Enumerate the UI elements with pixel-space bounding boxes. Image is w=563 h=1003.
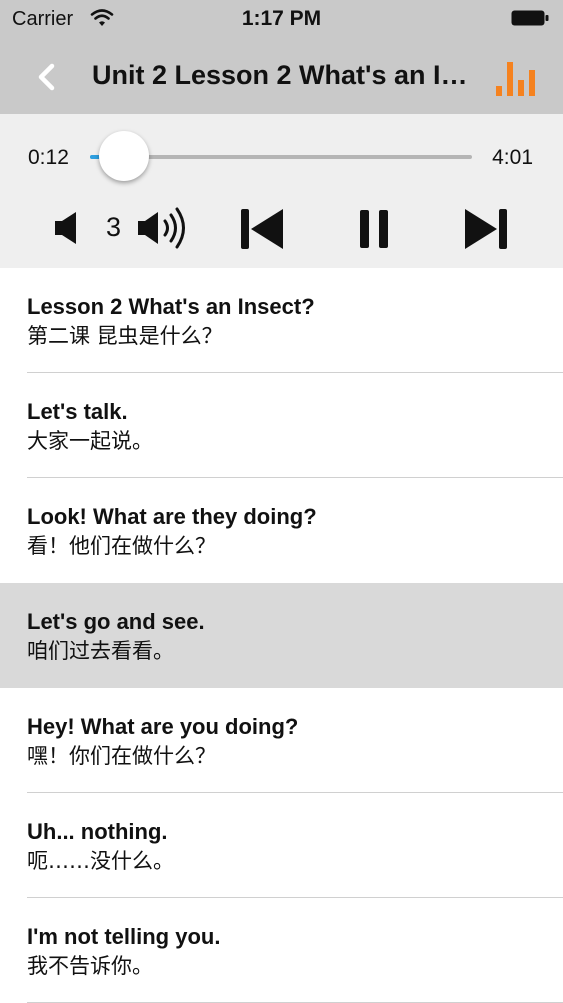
status-time: 1:17 PM	[241, 7, 322, 30]
sentence-english: Let's talk.	[27, 399, 128, 424]
volume-down-icon[interactable]	[52, 208, 84, 248]
sentence-chinese: 咱们过去看看。	[27, 639, 174, 663]
sentence-english: I'm not telling you.	[27, 924, 221, 949]
sentence-row[interactable]: Look! What are they doing? 看！他们在做什么？	[0, 478, 563, 583]
sentence-english: Let's go and see.	[27, 609, 205, 634]
battery-icon	[511, 10, 549, 26]
status-bar: Carrier 1:17 PM	[0, 0, 563, 40]
sentence-chinese: 我不告诉你。	[27, 954, 153, 978]
sentence-english: Hey! What are you doing?	[27, 714, 299, 739]
sentence-chinese: 第二课 昆虫是什么？	[27, 324, 223, 348]
sentence-list: Lesson 2 What's an Insect? 第二课 昆虫是什么？ Let'…	[0, 268, 563, 1003]
sentence-english: Lesson 2 What's an Insect?	[27, 294, 315, 319]
page-title: Unit 2 Lesson 2 What's an Insect?	[92, 60, 482, 90]
progress-slider-thumb[interactable]	[99, 131, 150, 181]
sentence-row[interactable]: Uh... nothing. 呃……没什么。	[0, 793, 563, 898]
skip-previous-icon[interactable]	[238, 206, 286, 252]
volume-level: 3	[106, 212, 122, 242]
back-arrow-icon[interactable]	[30, 60, 64, 94]
sentence-row[interactable]: Hey! What are you doing? 嘿！你们在做什么？	[0, 688, 563, 793]
sentence-english: Look! What are they doing?	[27, 504, 317, 529]
skip-next-icon[interactable]	[462, 206, 510, 252]
sentence-row[interactable]: Let's talk. 大家一起说。	[0, 373, 563, 478]
sentence-row[interactable]: I'm not telling you. 我不告诉你。	[0, 898, 563, 1003]
current-time-label: 0:12	[28, 146, 69, 169]
sentence-chinese: 嘿！你们在做什么？	[27, 744, 216, 768]
bar-chart-icon[interactable]	[494, 56, 538, 98]
volume-up-icon[interactable]	[136, 206, 192, 250]
total-time-label: 4:01	[492, 146, 533, 169]
audio-player: 0:12 4:01 3	[0, 114, 563, 268]
sentence-row[interactable]: Let's go and see. 咱们过去看看。	[0, 583, 563, 688]
sentence-row[interactable]: Lesson 2 What's an Insect? 第二课 昆虫是什么？	[0, 268, 563, 373]
pause-icon[interactable]	[356, 206, 392, 252]
sentence-english: Uh... nothing.	[27, 819, 168, 844]
sentence-chinese: 看！他们在做什么？	[27, 534, 216, 558]
sentence-chinese: 大家一起说。	[27, 429, 153, 453]
sentence-chinese: 呃……没什么。	[27, 849, 174, 873]
nav-bar: Unit 2 Lesson 2 What's an Insect?	[0, 40, 563, 114]
